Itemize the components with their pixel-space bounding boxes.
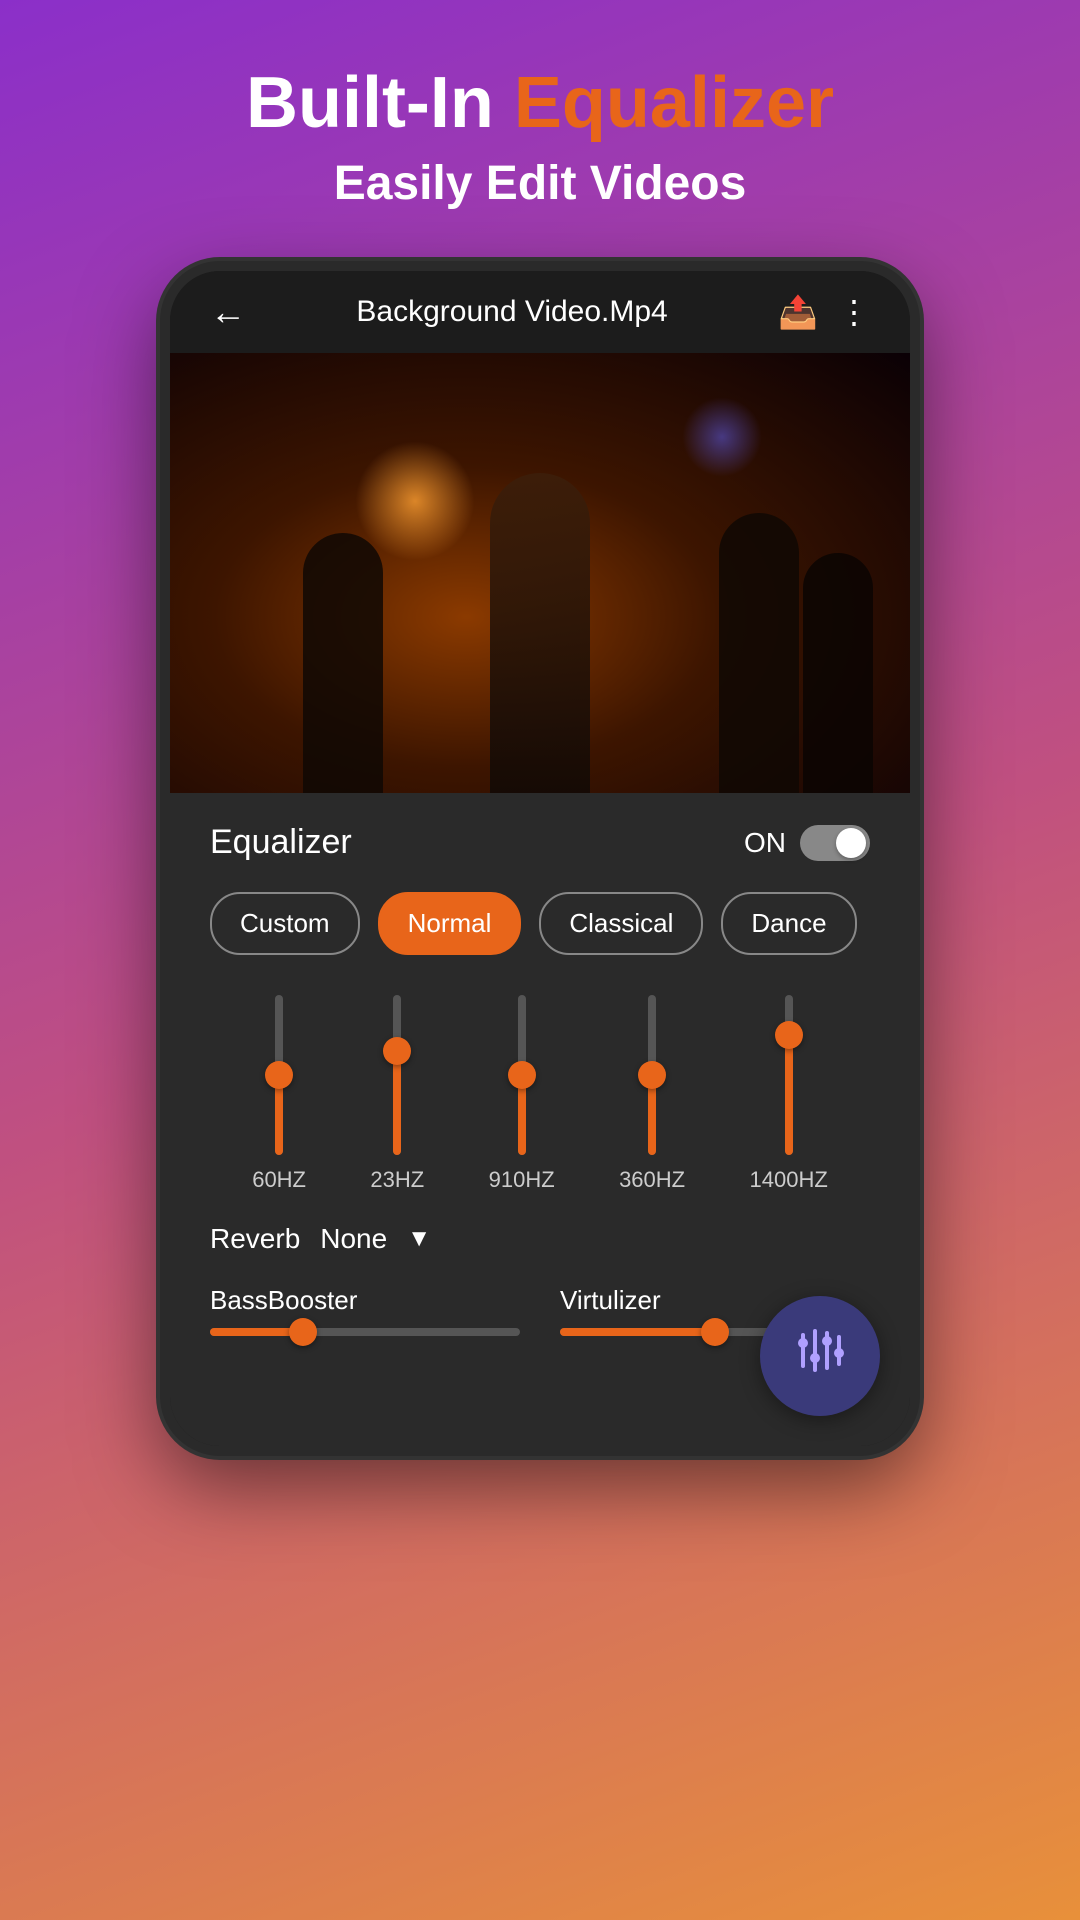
slider-track-910hz[interactable]	[518, 995, 526, 1155]
slider-track-60hz[interactable]	[275, 995, 283, 1155]
slider-fill-23hz	[393, 1051, 401, 1155]
phone-topbar: ← Background Video.Mp4 📤 ⋮	[170, 271, 910, 353]
side-button-1	[916, 391, 920, 451]
fab-eq-icon	[793, 1323, 848, 1390]
slider-label-910hz: 910HZ	[489, 1167, 555, 1193]
header-section: Built-In Equalizer Easily Edit Videos	[0, 0, 1080, 241]
reverb-row: Reverb None ▼	[210, 1213, 870, 1265]
topbar-title: Background Video.Mp4	[356, 295, 667, 329]
eq-sliders: 60HZ 23HZ 910HZ	[210, 995, 870, 1193]
slider-thumb-910hz[interactable]	[508, 1061, 536, 1089]
eq-header: Equalizer ON	[210, 823, 870, 862]
bass-thumb[interactable]	[289, 1318, 317, 1346]
bass-slider[interactable]	[210, 1328, 520, 1336]
video-scene	[170, 353, 910, 793]
reverb-dropdown-arrow[interactable]: ▼	[407, 1225, 431, 1253]
preset-buttons: Custom Normal Classical Dance	[210, 892, 870, 955]
slider-thumb-23hz[interactable]	[383, 1037, 411, 1065]
eq-label: Equalizer	[210, 823, 352, 862]
bass-label: BassBooster	[210, 1285, 520, 1316]
preset-normal[interactable]: Normal	[378, 892, 522, 955]
slider-fill-1400hz	[785, 1035, 793, 1155]
slider-label-23hz: 23HZ	[370, 1167, 424, 1193]
phone-frame: ← Background Video.Mp4 📤 ⋮ Equa	[160, 261, 920, 1456]
slider-23hz: 23HZ	[370, 995, 424, 1193]
slider-label-1400hz: 1400HZ	[750, 1167, 828, 1193]
slider-track-23hz[interactable]	[393, 995, 401, 1155]
slider-label-60hz: 60HZ	[252, 1167, 306, 1193]
slider-thumb-60hz[interactable]	[265, 1061, 293, 1089]
slider-60hz: 60HZ	[252, 995, 306, 1193]
bass-booster-group: BassBooster	[210, 1285, 520, 1336]
virtualizer-fill	[560, 1328, 715, 1336]
more-icon[interactable]: ⋮	[838, 293, 870, 331]
eq-toggle-switch[interactable]	[800, 825, 870, 861]
slider-1400hz: 1400HZ	[750, 995, 828, 1193]
slider-thumb-1400hz[interactable]	[775, 1021, 803, 1049]
virtualizer-thumb[interactable]	[701, 1318, 729, 1346]
header-title-part1: Built-In	[246, 63, 494, 143]
slider-thumb-360hz[interactable]	[638, 1061, 666, 1089]
reverb-label: Reverb	[210, 1223, 300, 1255]
figure-center	[490, 473, 590, 793]
share-icon[interactable]: 📤	[778, 293, 818, 331]
figure-left	[303, 533, 383, 793]
eq-toggle-area: ON	[744, 825, 870, 861]
fab-area	[170, 1366, 910, 1446]
eq-section: Equalizer ON Custom Normal Classical Dan…	[170, 793, 910, 1366]
eq-toggle-label: ON	[744, 827, 786, 859]
back-button[interactable]: ←	[210, 291, 246, 333]
toggle-knob	[836, 828, 866, 858]
figure-far-right	[803, 553, 873, 793]
slider-910hz: 910HZ	[489, 995, 555, 1193]
video-light-2	[682, 397, 762, 477]
preset-classical[interactable]: Classical	[539, 892, 703, 955]
figure-right	[719, 513, 799, 793]
header-title: Built-In Equalizer	[40, 60, 1040, 146]
reverb-value: None	[320, 1223, 387, 1255]
header-title-part2: Equalizer	[514, 63, 834, 143]
side-button-2	[916, 471, 920, 531]
fab-button[interactable]	[760, 1296, 880, 1416]
header-subtitle: Easily Edit Videos	[40, 156, 1040, 211]
slider-track-360hz[interactable]	[648, 995, 656, 1155]
preset-dance[interactable]: Dance	[721, 892, 856, 955]
phone-body: ← Background Video.Mp4 📤 ⋮ Equa	[170, 271, 910, 1446]
video-light-1	[355, 441, 475, 561]
slider-label-360hz: 360HZ	[619, 1167, 685, 1193]
preset-custom[interactable]: Custom	[210, 892, 360, 955]
slider-track-1400hz[interactable]	[785, 995, 793, 1155]
slider-360hz: 360HZ	[619, 995, 685, 1193]
topbar-actions: 📤 ⋮	[778, 293, 870, 331]
video-area	[170, 353, 910, 793]
